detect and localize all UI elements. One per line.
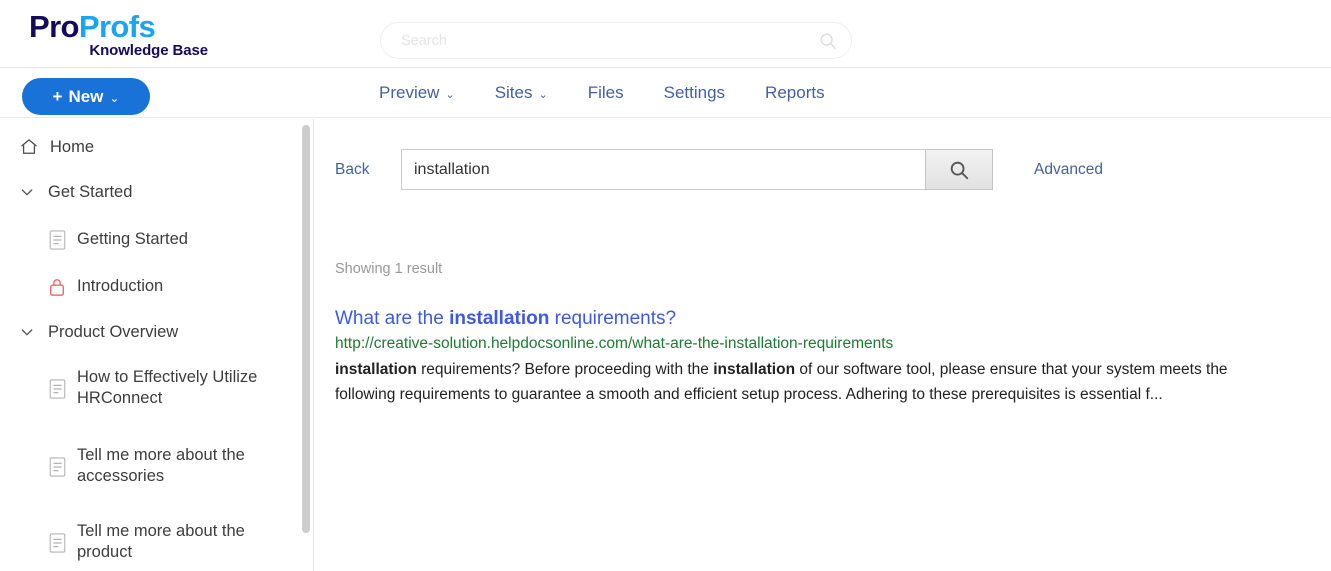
lock-icon <box>48 276 66 297</box>
result-title-post: requirements? <box>549 308 677 329</box>
document-icon <box>48 229 66 250</box>
search-input[interactable] <box>401 149 925 190</box>
nav-label-preview: Preview <box>379 83 440 102</box>
nav-label-reports: Reports <box>765 83 825 102</box>
document-icon <box>48 532 66 553</box>
nav-item-settings[interactable]: Settings <box>644 83 745 103</box>
result-item: What are the installation requirements? … <box>335 307 1295 407</box>
new-button[interactable]: + New ⌄ <box>22 78 150 115</box>
nav-item-files[interactable]: Files <box>568 83 644 103</box>
search-box <box>401 149 993 190</box>
result-title-highlight: installation <box>449 308 550 329</box>
sidebar-item-label: Get Started <box>48 183 133 201</box>
toolbar: + New ⌄ Preview ⌄ Sites ⌄ Files Settings… <box>0 68 1331 118</box>
plus-icon: + <box>52 86 63 106</box>
global-search-box[interactable] <box>380 22 852 59</box>
nav-label-settings: Settings <box>663 83 726 102</box>
top-header: ProProfs Knowledge Base <box>0 0 1331 68</box>
result-title[interactable]: What are the installation requirements? <box>335 307 1295 331</box>
result-title-pre: What are the <box>335 308 450 329</box>
logo-pro-text: Pro <box>29 9 79 44</box>
sidebar-scrollbar[interactable] <box>300 119 313 571</box>
sidebar-item-getting-started[interactable]: Getting Started <box>48 229 188 250</box>
proprofs-logo[interactable]: ProProfs Knowledge Base <box>29 11 209 60</box>
advanced-link[interactable]: Advanced <box>1034 161 1103 179</box>
search-icon <box>819 32 837 50</box>
document-icon <box>48 378 66 399</box>
result-url[interactable]: http://creative-solution.helpdocsonline.… <box>335 333 1295 355</box>
nav-label-sites: Sites <box>494 83 533 102</box>
document-icon <box>48 456 66 477</box>
logo-subtitle: Knowledge Base <box>89 42 208 59</box>
chevron-down-icon: ⌄ <box>109 90 120 105</box>
home-icon <box>18 136 40 158</box>
chevron-down-icon: ⌄ <box>445 89 455 101</box>
sidebar-item-product-overview[interactable]: Product Overview <box>18 322 178 343</box>
sidebar-scrollbar-thumb[interactable] <box>302 125 310 533</box>
main-navigation: Preview ⌄ Sites ⌄ Files Settings Reports <box>379 68 845 118</box>
sidebar-item-product[interactable]: Tell me more about the product <box>48 521 278 563</box>
sidebar-item-get-started[interactable]: Get Started <box>18 182 132 203</box>
nav-item-sites[interactable]: Sites ⌄ <box>475 83 568 103</box>
sidebar-item-label: Introduction <box>77 277 164 295</box>
results-count: Showing 1 result <box>335 261 443 277</box>
result-snippet: installation requirements? Before procee… <box>335 357 1270 407</box>
back-link[interactable]: Back <box>335 161 369 179</box>
snippet-text-1: requirements? Before proceeding with the <box>416 361 714 378</box>
sidebar-item-label: Tell me more about the product <box>77 522 245 561</box>
sidebar: Home Get Started Getting Started Introdu… <box>0 119 314 571</box>
chevron-down-icon[interactable] <box>18 322 36 342</box>
sidebar-item-label: How to Effectively Utilize HRConnect <box>77 368 258 407</box>
logo-wordmark: ProProfs <box>29 11 209 43</box>
chevron-down-icon: ⌄ <box>538 89 548 101</box>
nav-item-preview[interactable]: Preview ⌄ <box>379 83 475 103</box>
sidebar-item-hrconnect[interactable]: How to Effectively Utilize HRConnect <box>48 367 278 409</box>
sidebar-item-home[interactable]: Home <box>18 136 94 158</box>
snippet-highlight-1: installation <box>335 361 417 378</box>
logo-profs-text: Profs <box>78 9 156 44</box>
search-button[interactable] <box>925 149 993 190</box>
sidebar-item-label: Home <box>50 138 95 156</box>
chevron-down-icon[interactable] <box>18 182 36 202</box>
snippet-highlight-2: installation <box>713 361 796 378</box>
search-results: Showing 1 result What are the installati… <box>335 261 1295 407</box>
nav-item-reports[interactable]: Reports <box>745 83 845 103</box>
sidebar-item-label: Product Overview <box>48 323 179 341</box>
sidebar-item-label: Tell me more about the accessories <box>77 446 245 485</box>
sidebar-item-accessories[interactable]: Tell me more about the accessories <box>48 445 278 487</box>
main-content: Back Advanced Showing 1 result What are … <box>314 119 1331 571</box>
search-bar-row: Back Advanced <box>314 119 1331 199</box>
new-button-label: New <box>68 86 104 106</box>
global-search-input[interactable] <box>399 23 799 58</box>
nav-label-files: Files <box>587 83 624 102</box>
sidebar-item-introduction[interactable]: Introduction <box>48 276 163 297</box>
sidebar-item-label: Getting Started <box>77 230 188 248</box>
